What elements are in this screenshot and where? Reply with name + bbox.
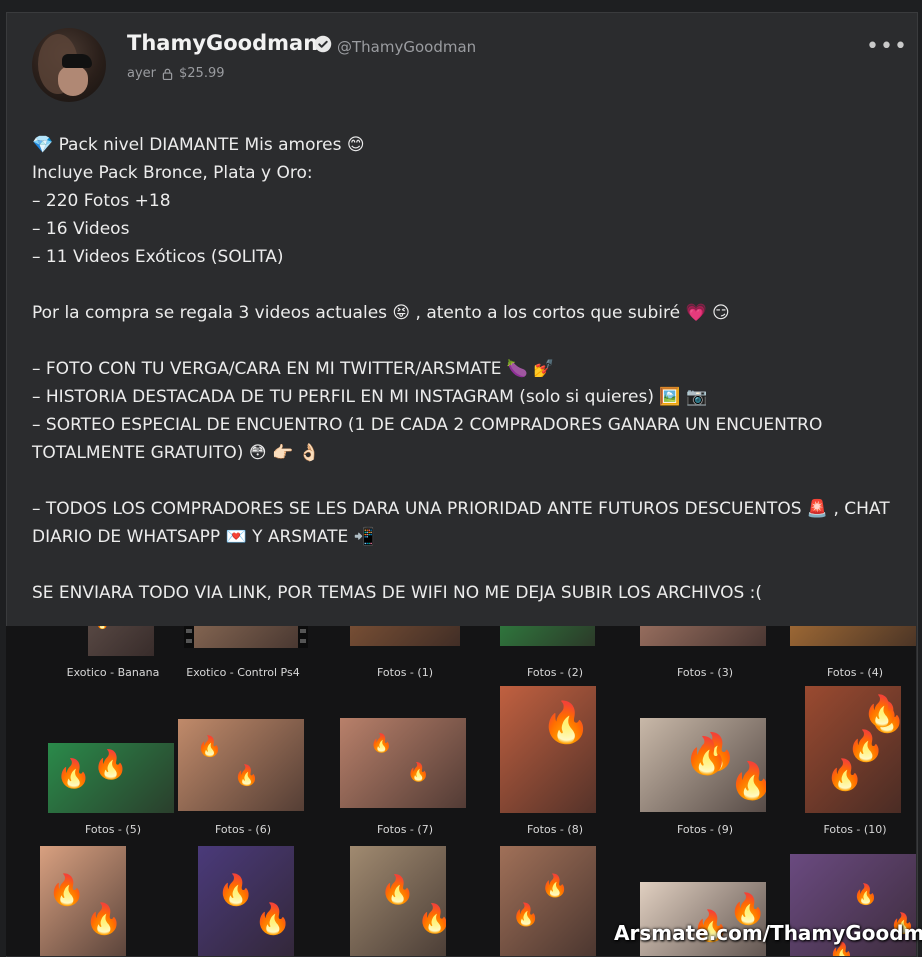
media-caption: Fotos - (8) bbox=[527, 823, 583, 836]
post-text-line: Incluye Pack Bronce, Plata y Oro: bbox=[32, 163, 313, 183]
post-text-line: – 220 Fotos +18 bbox=[32, 191, 171, 211]
media-caption: Exotico - Control Ps4 bbox=[186, 666, 300, 679]
media-thumbnail[interactable]: 🔥 🔥 bbox=[178, 719, 304, 811]
post-body: 💎 Pack nivel DIAMANTE Mis amores 😊 Incluy… bbox=[32, 131, 892, 607]
media-thumbnail[interactable]: 🔥 🔥 🔥 bbox=[640, 718, 766, 812]
media-gallery: 🔥 Exotico - Banana Exotico - Control Ps4 🔥 F… bbox=[6, 626, 916, 956]
fire-icon: 🔥 bbox=[85, 902, 123, 937]
post-price: $25.99 bbox=[179, 66, 225, 81]
fire-icon: 🔥 bbox=[254, 902, 292, 937]
media-thumbnail[interactable]: 🔥 🔥 🔥 🔥 bbox=[805, 686, 901, 813]
verified-badge-icon bbox=[314, 35, 332, 53]
post-text-line: SE ENVIARA TODO VIA LINK, POR TEMAS DE W… bbox=[32, 583, 763, 603]
fire-icon: 🔥 bbox=[541, 874, 569, 899]
media-thumbnail[interactable]: 🔥 🔥 bbox=[340, 718, 466, 808]
media-caption: Fotos - (9) bbox=[677, 823, 733, 836]
fire-icon: 🔥 bbox=[407, 762, 430, 783]
fire-icon: 🔥 bbox=[512, 903, 540, 928]
fire-icon: 🔥 bbox=[56, 757, 91, 790]
post-text-line: – TODOS LOS COMPRADORES SE LES DARA UNA … bbox=[32, 499, 890, 519]
post-text-line: – 11 Videos Exóticos (SOLITA) bbox=[32, 247, 284, 267]
post-time: ayer bbox=[127, 66, 157, 81]
more-options-icon[interactable]: ••• bbox=[866, 34, 908, 59]
post-text-line bbox=[32, 271, 892, 299]
post-text-line: Por la compra se regala 3 videos actuale… bbox=[32, 303, 730, 323]
post-text-line: – 16 Videos bbox=[32, 219, 130, 239]
media-thumbnail[interactable]: 🔥 🔥 bbox=[350, 846, 446, 956]
fire-icon: 🔥 bbox=[234, 763, 259, 787]
post-text-line: DIARIO DE WHATSAPP 💌 Y ARSMATE 📲 bbox=[32, 527, 375, 547]
media-caption: Fotos - (6) bbox=[215, 823, 271, 836]
fire-icon: 🔥 bbox=[863, 694, 901, 729]
media-thumbnail[interactable]: 🔥 bbox=[500, 686, 596, 813]
media-caption: Fotos - (1) bbox=[377, 666, 433, 679]
fire-icon: 🔥 bbox=[541, 700, 591, 746]
fire-icon: 🔥 bbox=[197, 734, 222, 758]
fire-icon: 🔥 bbox=[826, 758, 864, 793]
film-strip-icon bbox=[298, 626, 308, 648]
media-thumbnail[interactable] bbox=[640, 626, 766, 646]
fire-icon: 🔥 bbox=[48, 873, 86, 908]
post-text-line: – FOTO CON TU VERGA/CARA EN MI TWITTER/A… bbox=[32, 359, 555, 379]
media-thumbnail[interactable] bbox=[500, 626, 595, 646]
fire-icon: 🔥 bbox=[217, 873, 255, 908]
media-caption: Fotos - (10) bbox=[823, 823, 887, 836]
author-name[interactable]: ThamyGoodman bbox=[127, 31, 318, 55]
media-thumbnail[interactable] bbox=[184, 626, 308, 648]
fire-icon: 🔥 bbox=[853, 882, 878, 906]
post-text-line: – SORTEO ESPECIAL DE ENCUENTRO (1 DE CAD… bbox=[32, 415, 823, 435]
media-thumbnail[interactable]: 🔥 🔥 bbox=[48, 743, 174, 813]
fire-icon: 🔥 bbox=[93, 748, 128, 781]
fire-icon: 🔥 bbox=[380, 873, 415, 906]
media-thumbnail[interactable]: 🔥 🔥 bbox=[500, 846, 596, 956]
post-text-line: 💎 Pack nivel DIAMANTE Mis amores 😊 bbox=[32, 135, 365, 155]
media-thumbnail[interactable]: 🔥 bbox=[88, 626, 154, 656]
media-caption: Fotos - (5) bbox=[85, 823, 141, 836]
film-strip-icon bbox=[184, 626, 194, 648]
post-text-line: – HISTORIA DESTACADA DE TU PERFIL EN MI … bbox=[32, 387, 708, 407]
media-thumbnail[interactable]: 🔥 bbox=[350, 626, 460, 646]
media-caption: Fotos - (3) bbox=[677, 666, 733, 679]
media-thumbnail[interactable] bbox=[790, 626, 916, 646]
fire-icon: 🔥 bbox=[96, 626, 108, 630]
fire-icon: 🔥 bbox=[684, 736, 729, 777]
author-handle[interactable]: @ThamyGoodman bbox=[337, 38, 476, 56]
fire-icon: 🔥 bbox=[417, 902, 446, 935]
media-caption: Exotico - Banana bbox=[66, 666, 160, 679]
post-text-line bbox=[32, 551, 892, 579]
media-thumbnail[interactable]: 🔥 🔥 bbox=[198, 846, 294, 956]
media-caption: Fotos - (4) bbox=[827, 666, 883, 679]
post-text-line bbox=[32, 327, 892, 355]
post-text-line: TOTALMENTE GRATUITO) 😳 👉🏻 👌🏻 bbox=[32, 443, 320, 463]
post-meta: ayer $25.99 bbox=[127, 66, 225, 81]
media-caption: Fotos - (2) bbox=[527, 666, 583, 679]
media-caption: Fotos - (7) bbox=[377, 823, 433, 836]
fire-icon: 🔥 bbox=[729, 761, 766, 802]
media-thumbnail[interactable]: 🔥 🔥 bbox=[40, 846, 126, 956]
post-text-line bbox=[32, 467, 892, 495]
watermark: Arsmate.com/ThamyGoodman bbox=[614, 921, 922, 945]
lock-icon bbox=[162, 68, 173, 80]
avatar[interactable] bbox=[32, 28, 106, 102]
fire-icon: 🔥 bbox=[370, 733, 393, 754]
